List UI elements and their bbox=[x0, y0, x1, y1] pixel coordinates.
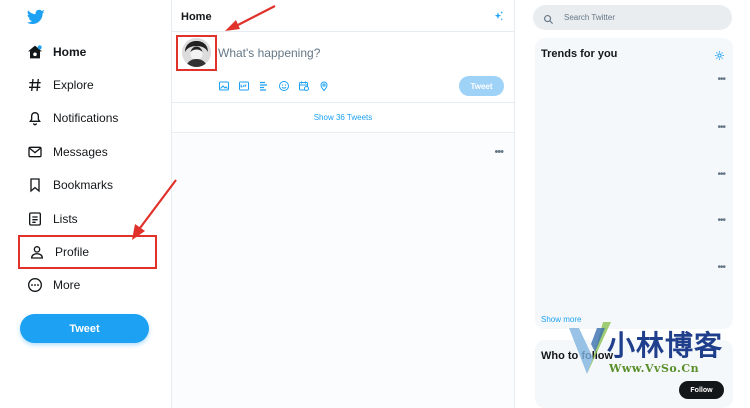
poll-icon[interactable] bbox=[257, 79, 271, 93]
bell-icon bbox=[26, 110, 43, 127]
nav-item-notifications[interactable]: Notifications bbox=[18, 102, 163, 135]
twitter-bird-icon[interactable] bbox=[26, 8, 46, 26]
page-title: Home bbox=[181, 11, 212, 23]
envelope-icon bbox=[26, 143, 43, 160]
nav-item-profile[interactable]: Profile bbox=[18, 235, 157, 269]
nav-item-explore[interactable]: Explore bbox=[18, 68, 163, 101]
gif-icon[interactable] bbox=[237, 79, 251, 93]
more-circle-icon bbox=[26, 277, 43, 294]
trend-more-icon[interactable]: ••• bbox=[717, 74, 725, 85]
trend-more-icon[interactable]: ••• bbox=[717, 169, 725, 180]
compose-toolbar bbox=[217, 79, 331, 93]
nav-item-lists[interactable]: Lists bbox=[18, 202, 163, 235]
nav-item-home[interactable]: Home bbox=[18, 35, 163, 68]
location-icon[interactable] bbox=[317, 79, 331, 93]
gear-icon[interactable] bbox=[714, 48, 725, 60]
compose-tweet-button[interactable]: Tweet bbox=[459, 76, 504, 96]
avatar[interactable] bbox=[182, 38, 211, 67]
nav-label: Lists bbox=[53, 211, 78, 226]
nav-label: Explore bbox=[53, 78, 94, 93]
person-icon bbox=[28, 244, 45, 261]
search-icon bbox=[543, 12, 554, 25]
nav-label: More bbox=[53, 278, 81, 293]
timeline-header: Home bbox=[172, 0, 514, 32]
who-to-follow-panel: Who to follow Follow bbox=[535, 340, 733, 408]
hashtag-icon bbox=[26, 77, 43, 94]
left-sidebar: Home Explore Notifications Messages Book… bbox=[0, 0, 171, 408]
nav-label: Messages bbox=[53, 144, 108, 159]
primary-nav: Home Explore Notifications Messages Book… bbox=[18, 35, 163, 302]
trend-more-icon[interactable]: ••• bbox=[717, 122, 725, 133]
trend-more-icon[interactable]: ••• bbox=[717, 262, 725, 273]
nav-item-more[interactable]: More bbox=[18, 269, 163, 302]
nav-item-bookmarks[interactable]: Bookmarks bbox=[18, 169, 163, 202]
search-bar[interactable] bbox=[533, 5, 732, 30]
image-icon[interactable] bbox=[217, 79, 231, 93]
follow-button[interactable]: Follow bbox=[679, 381, 724, 399]
trends-panel: Trends for you ••• ••• ••• ••• ••• Show … bbox=[535, 38, 733, 329]
nav-label: Bookmarks bbox=[53, 178, 114, 193]
sidebar-tweet-button[interactable]: Tweet bbox=[20, 314, 149, 343]
nav-label: Notifications bbox=[53, 111, 119, 126]
timeline-feed bbox=[172, 134, 514, 408]
compose-input[interactable]: What's happening? bbox=[218, 46, 320, 60]
more-options-icon[interactable]: ••• bbox=[494, 146, 504, 158]
home-icon bbox=[26, 43, 43, 60]
trend-more-icon[interactable]: ••• bbox=[717, 215, 725, 226]
search-input[interactable] bbox=[564, 13, 714, 22]
main-timeline: Home What's happening? Tweet Show 36 Twe… bbox=[171, 0, 515, 408]
avatar-highlight bbox=[176, 35, 217, 71]
sparkle-icon[interactable] bbox=[492, 10, 505, 23]
who-to-follow-title: Who to follow bbox=[541, 350, 614, 362]
nav-label: Home bbox=[53, 44, 87, 59]
show-more-link[interactable]: Show more bbox=[541, 315, 581, 324]
trends-title: Trends for you bbox=[541, 48, 618, 60]
schedule-icon[interactable] bbox=[297, 79, 311, 93]
nav-label: Profile bbox=[55, 245, 90, 260]
emoji-icon[interactable] bbox=[277, 79, 291, 93]
right-sidebar: Trends for you ••• ••• ••• ••• ••• Show … bbox=[515, 0, 750, 408]
nav-item-messages[interactable]: Messages bbox=[18, 135, 163, 168]
list-icon bbox=[26, 210, 43, 227]
show-new-tweets-link[interactable]: Show 36 Tweets bbox=[172, 103, 514, 133]
bookmark-icon bbox=[26, 177, 43, 194]
